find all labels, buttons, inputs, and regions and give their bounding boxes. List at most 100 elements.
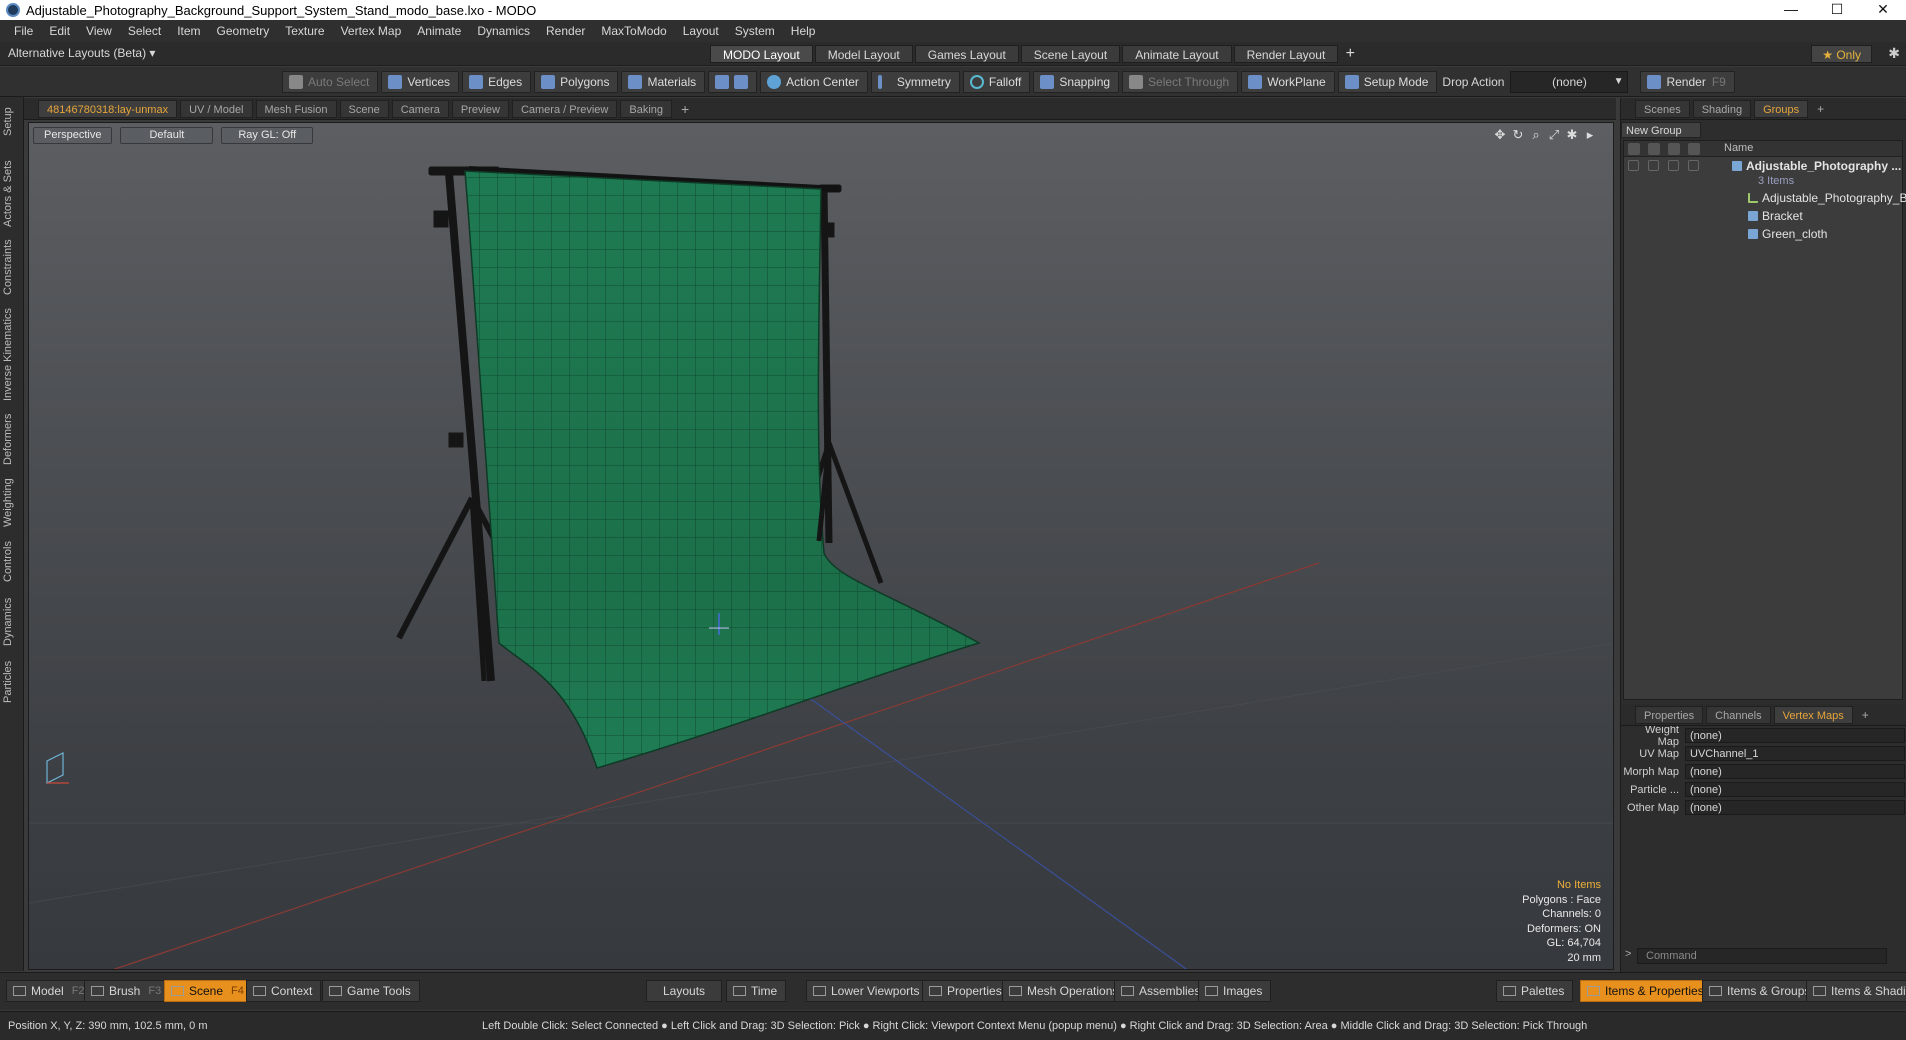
3d-viewport[interactable]: Perspective Default Ray GL: Off ✥ ↻ ⌕ ⤢ … bbox=[28, 122, 1614, 970]
particle-map-select[interactable]: (none) bbox=[1685, 782, 1905, 797]
menu-item[interactable]: Item bbox=[169, 20, 208, 42]
group-row[interactable]: Adjustable_Photography ... bbox=[1624, 157, 1902, 175]
viewport-gear-icon[interactable]: ✱ bbox=[1563, 127, 1581, 143]
minimize-button[interactable]: — bbox=[1768, 0, 1814, 20]
close-button[interactable]: ✕ bbox=[1860, 0, 1906, 20]
model-button[interactable]: Model F2 bbox=[6, 980, 94, 1002]
add-viewport-tab-button[interactable]: + bbox=[675, 101, 695, 117]
auto-select-button[interactable]: Auto Select bbox=[282, 71, 379, 93]
menu-layout[interactable]: Layout bbox=[675, 20, 727, 42]
add-layout-button[interactable]: + bbox=[1340, 45, 1360, 63]
tab-camera-preview[interactable]: Camera / Preview bbox=[511, 99, 618, 118]
properties-button[interactable]: Properties bbox=[922, 980, 1011, 1002]
tab-properties[interactable]: Properties bbox=[1635, 705, 1704, 724]
mesh-operations-button[interactable]: Mesh Operations bbox=[1002, 980, 1128, 1002]
add-properties-tab-button[interactable]: + bbox=[1856, 708, 1875, 722]
menu-select[interactable]: Select bbox=[120, 20, 169, 42]
side-tab-deformers[interactable]: Deformers bbox=[2, 411, 22, 467]
tab-uv-model[interactable]: UV / Model bbox=[180, 99, 253, 118]
render-toggle-icon[interactable] bbox=[1648, 160, 1659, 171]
gear-icon[interactable]: ✱ bbox=[1888, 45, 1900, 62]
pan-icon[interactable]: ✥ bbox=[1491, 127, 1509, 143]
add-panel-tab-button[interactable]: + bbox=[1811, 102, 1830, 116]
tab-mesh-fusion[interactable]: Mesh Fusion bbox=[255, 99, 337, 118]
tab-vertex-maps[interactable]: Vertex Maps bbox=[1773, 705, 1853, 724]
side-tab-dynamics[interactable]: Dynamics bbox=[2, 595, 22, 649]
side-tab-inverse-kinematics[interactable]: Inverse Kinematics bbox=[2, 305, 22, 405]
shading-dropdown[interactable]: Default bbox=[120, 127, 214, 144]
setup-mode-button[interactable]: Setup Mode bbox=[1337, 71, 1438, 93]
new-group-button[interactable]: New Group bbox=[1621, 122, 1701, 138]
snapping-button[interactable]: Snapping bbox=[1033, 71, 1120, 93]
select-through-button[interactable]: Select Through bbox=[1122, 71, 1239, 93]
brush-button[interactable]: Brush F3 bbox=[84, 980, 171, 1002]
falloff-button[interactable]: Falloff bbox=[962, 71, 1031, 93]
raygl-toggle[interactable]: Ray GL: Off bbox=[221, 127, 314, 144]
only-toggle-button[interactable]: ★ Only bbox=[1811, 45, 1872, 63]
tab-modo-layout[interactable]: MODO Layout bbox=[710, 45, 813, 63]
edges-button[interactable]: Edges bbox=[462, 71, 532, 93]
action-center-button[interactable]: Action Center bbox=[760, 71, 868, 93]
zoom-icon[interactable]: ⌕ bbox=[1527, 127, 1545, 143]
context-button[interactable]: Context bbox=[246, 980, 322, 1002]
menu-animate[interactable]: Animate bbox=[409, 20, 469, 42]
tab-model-layout[interactable]: Model Layout bbox=[814, 45, 913, 63]
menu-maxtomodo[interactable]: MaxToModo bbox=[593, 20, 674, 42]
uv-map-select[interactable]: UVChannel_1 bbox=[1685, 746, 1905, 761]
drop-action-select[interactable]: (none) ▼ bbox=[1510, 71, 1629, 93]
list-item[interactable]: Bracket bbox=[1624, 207, 1902, 225]
menu-vertex-map[interactable]: Vertex Map bbox=[333, 20, 410, 42]
vertices-button[interactable]: Vertices bbox=[381, 71, 460, 93]
tab-groups[interactable]: Groups bbox=[1754, 99, 1809, 118]
list-item[interactable]: Adjustable_Photography_B... bbox=[1624, 189, 1906, 207]
menu-file[interactable]: File bbox=[6, 20, 41, 42]
side-tab-controls[interactable]: Controls bbox=[2, 537, 22, 587]
tab-scene[interactable]: Scene bbox=[339, 99, 389, 118]
maximize-button[interactable]: ☐ bbox=[1814, 0, 1860, 20]
items-groups-button[interactable]: Items & Groups bbox=[1702, 980, 1820, 1002]
materials-button[interactable]: Materials bbox=[621, 71, 706, 93]
select-toggle-icon[interactable] bbox=[1688, 160, 1699, 171]
side-tab-particles[interactable]: Particles bbox=[2, 657, 22, 707]
lock-toggle-icon[interactable] bbox=[1668, 160, 1679, 171]
images-button[interactable]: Images bbox=[1198, 980, 1272, 1002]
view-mode-dropdown[interactable]: Perspective bbox=[33, 127, 113, 144]
menu-view[interactable]: View bbox=[78, 20, 120, 42]
tab-preview[interactable]: Preview bbox=[451, 99, 509, 118]
command-input[interactable]: Command bbox=[1637, 948, 1887, 964]
weight-map-select[interactable]: (none) bbox=[1685, 728, 1905, 743]
tab-games-layout[interactable]: Games Layout bbox=[914, 45, 1019, 63]
tab-render-layout[interactable]: Render Layout bbox=[1233, 45, 1339, 63]
assemblies-button[interactable]: Assemblies bbox=[1114, 980, 1210, 1002]
lower-viewports-button[interactable]: Lower Viewports bbox=[806, 980, 929, 1002]
rotate-icon[interactable]: ↻ bbox=[1509, 127, 1527, 143]
palettes-button[interactable]: Palettes bbox=[1496, 980, 1574, 1002]
scene-button[interactable]: Scene F4 bbox=[164, 980, 253, 1002]
menu-dynamics[interactable]: Dynamics bbox=[469, 20, 538, 42]
other-map-select[interactable]: (none) bbox=[1685, 800, 1905, 815]
tab-scenes[interactable]: Scenes bbox=[1635, 99, 1690, 118]
list-item[interactable]: Green_cloth bbox=[1624, 225, 1902, 243]
tab-lay-unmax[interactable]: 48146780318:lay-unmax bbox=[38, 99, 178, 118]
items-properties-button[interactable]: Items & Properties bbox=[1580, 980, 1713, 1002]
menu-render[interactable]: Render bbox=[538, 20, 593, 42]
tab-baking[interactable]: Baking bbox=[620, 99, 673, 118]
polygons-button[interactable]: Polygons bbox=[534, 71, 619, 93]
side-tab-weighting[interactable]: Weighting bbox=[2, 475, 22, 531]
morph-map-select[interactable]: (none) bbox=[1685, 764, 1905, 779]
side-tab-constraints[interactable]: Constraints bbox=[2, 237, 22, 297]
menu-geometry[interactable]: Geometry bbox=[209, 20, 278, 42]
menu-help[interactable]: Help bbox=[783, 20, 824, 42]
name-column-header[interactable]: Name bbox=[1724, 142, 1753, 154]
item-mode-button[interactable] bbox=[708, 71, 758, 93]
tab-scene-layout[interactable]: Scene Layout bbox=[1020, 45, 1121, 63]
menu-edit[interactable]: Edit bbox=[41, 20, 78, 42]
tab-animate-layout[interactable]: Animate Layout bbox=[1122, 45, 1232, 63]
fit-icon[interactable]: ⤢ bbox=[1545, 127, 1563, 143]
items-shading-button[interactable]: Items & Shading bbox=[1806, 980, 1906, 1002]
side-tab-actors-sets[interactable]: Actors & Sets bbox=[2, 157, 22, 231]
time-button[interactable]: Time bbox=[726, 980, 787, 1002]
expand-arrow-icon[interactable]: ▸ bbox=[1581, 127, 1599, 143]
game-tools-button[interactable]: Game Tools bbox=[322, 980, 420, 1002]
menu-texture[interactable]: Texture bbox=[277, 20, 332, 42]
